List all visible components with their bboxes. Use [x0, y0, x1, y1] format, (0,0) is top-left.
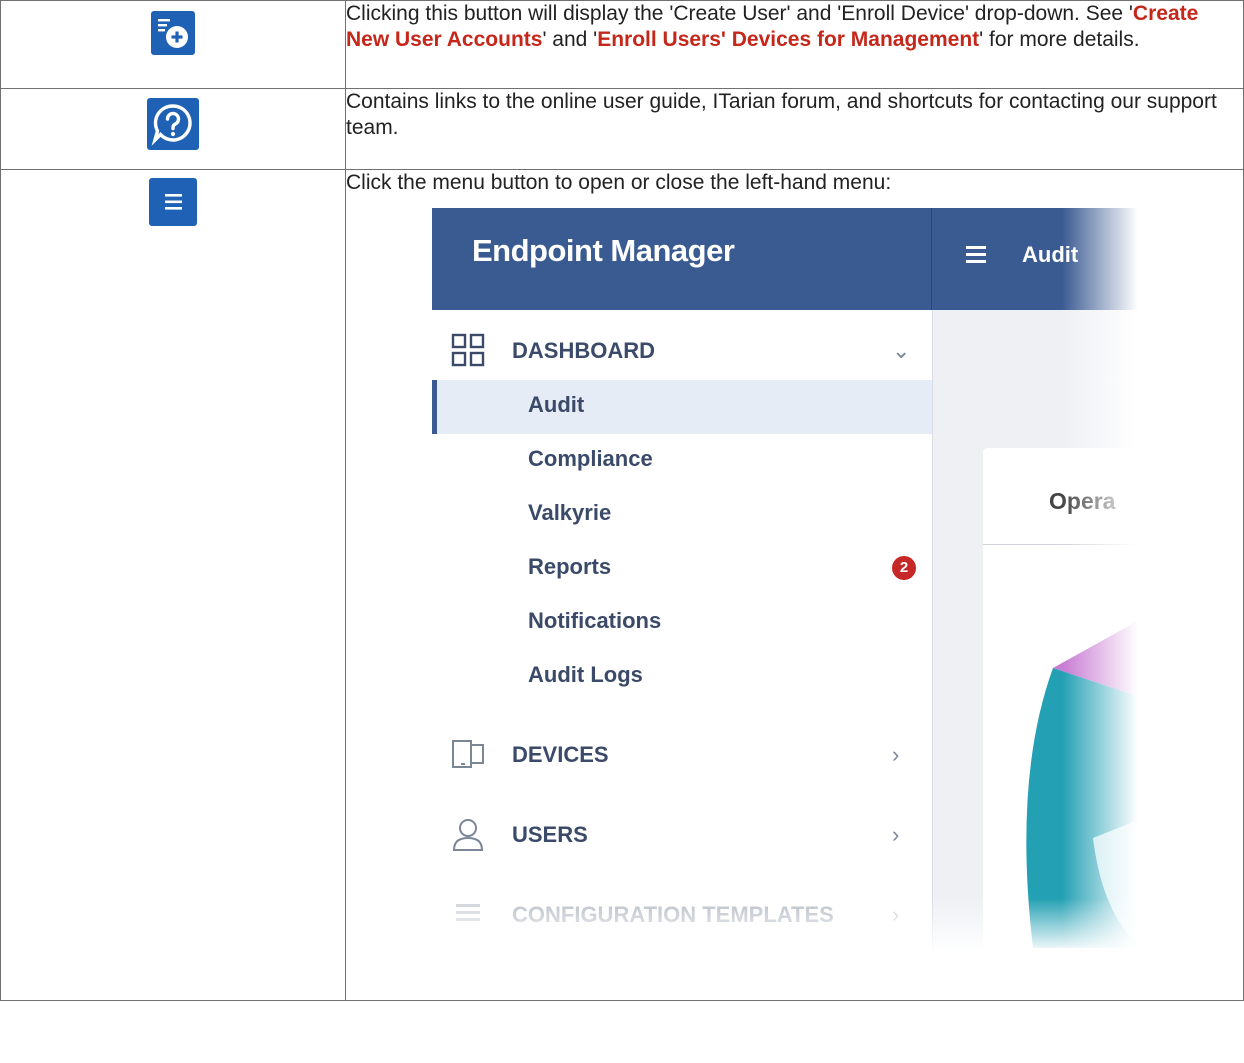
brand-title: Endpoint Manager — [472, 233, 735, 268]
user-icon — [452, 819, 484, 851]
nav-label: USERS — [512, 822, 588, 847]
icon-cell — [0, 0, 346, 89]
sidebar-item-label: Reports — [528, 554, 612, 579]
sidebar-item-label: Audit Logs — [528, 662, 643, 687]
dashboard-grid-icon — [451, 333, 485, 367]
description-cell: Contains links to the online user guide,… — [345, 88, 1244, 170]
chevron-right-icon: › — [892, 742, 900, 767]
reports-count-badge: 2 — [892, 556, 916, 580]
sidebar-item-valkyrie[interactable]: Valkyrie — [432, 488, 932, 542]
table-row: Clicking this button will display the 'C… — [0, 0, 1244, 89]
chevron-down-icon: ⌄ — [892, 338, 911, 363]
sidebar-item-label: Compliance — [528, 446, 653, 471]
endpoint-manager-screenshot: Endpoint Manager Audit Opera DASHBOARD ⌄… — [432, 208, 1138, 953]
sidebar-item-reports[interactable]: Reports 2 — [432, 542, 932, 596]
top-bar: Endpoint Manager Audit — [432, 208, 1138, 310]
sidebar-item-compliance[interactable]: Compliance — [432, 434, 932, 488]
card-title: Opera — [1049, 488, 1116, 514]
nav-devices[interactable]: DEVICES › — [432, 724, 932, 784]
nav-label: DASHBOARD — [512, 338, 655, 363]
help-table: Clicking this button will display the 'C… — [0, 0, 1244, 1001]
sidebar-item-audit[interactable]: Audit — [432, 380, 932, 434]
left-menu: DASHBOARD ⌄ Audit Compliance Valkyrie Re… — [432, 310, 933, 953]
divider — [983, 544, 1138, 545]
add-user-device-icon — [151, 11, 195, 55]
hamburger-icon[interactable] — [966, 246, 986, 264]
description-text: Click the menu button to open or close t… — [346, 171, 892, 194]
description-cell: Clicking this button will display the 'C… — [345, 0, 1244, 89]
sidebar-item-label: Notifications — [528, 608, 662, 633]
sidebar-item-notifications[interactable]: Notifications — [432, 596, 932, 650]
table-row: Click the menu button to open or close t… — [0, 169, 1244, 1001]
breadcrumb: Audit — [1022, 242, 1079, 267]
icon-cell — [0, 169, 346, 1001]
menu-icon — [149, 178, 197, 226]
icon-cell — [0, 88, 346, 170]
sidebar-item-label: Audit — [528, 392, 585, 417]
enroll-devices-link[interactable]: Enroll Users' Devices for Management — [597, 28, 979, 51]
description-text: ' for more details. — [979, 28, 1140, 51]
divider — [931, 208, 932, 310]
description-text: ' and ' — [542, 28, 598, 51]
nav-configuration-templates[interactable]: CONFIGURATION TEMPLATES › — [432, 884, 932, 944]
description-text: Contains links to the online user guide,… — [346, 90, 1217, 139]
chevron-right-icon: › — [892, 902, 900, 927]
pie-chart-fragment — [1026, 620, 1138, 948]
content-card: Opera — [983, 448, 1138, 953]
sidebar-item-label: Valkyrie — [528, 500, 612, 525]
nav-dashboard[interactable]: DASHBOARD ⌄ — [432, 320, 932, 380]
nav-label: CONFIGURATION TEMPLATES — [512, 902, 834, 927]
description-text: Clicking this button will display the 'C… — [346, 2, 1133, 25]
templates-icon — [456, 904, 480, 921]
nav-users[interactable]: USERS › — [432, 804, 932, 864]
devices-icon — [452, 740, 484, 768]
nav-label: DEVICES — [512, 742, 609, 767]
table-row: Contains links to the online user guide,… — [0, 88, 1244, 170]
chevron-right-icon: › — [892, 822, 900, 847]
help-chat-icon — [147, 98, 199, 150]
description-cell: Click the menu button to open or close t… — [345, 169, 1244, 1001]
sidebar-item-audit-logs[interactable]: Audit Logs — [432, 650, 932, 704]
